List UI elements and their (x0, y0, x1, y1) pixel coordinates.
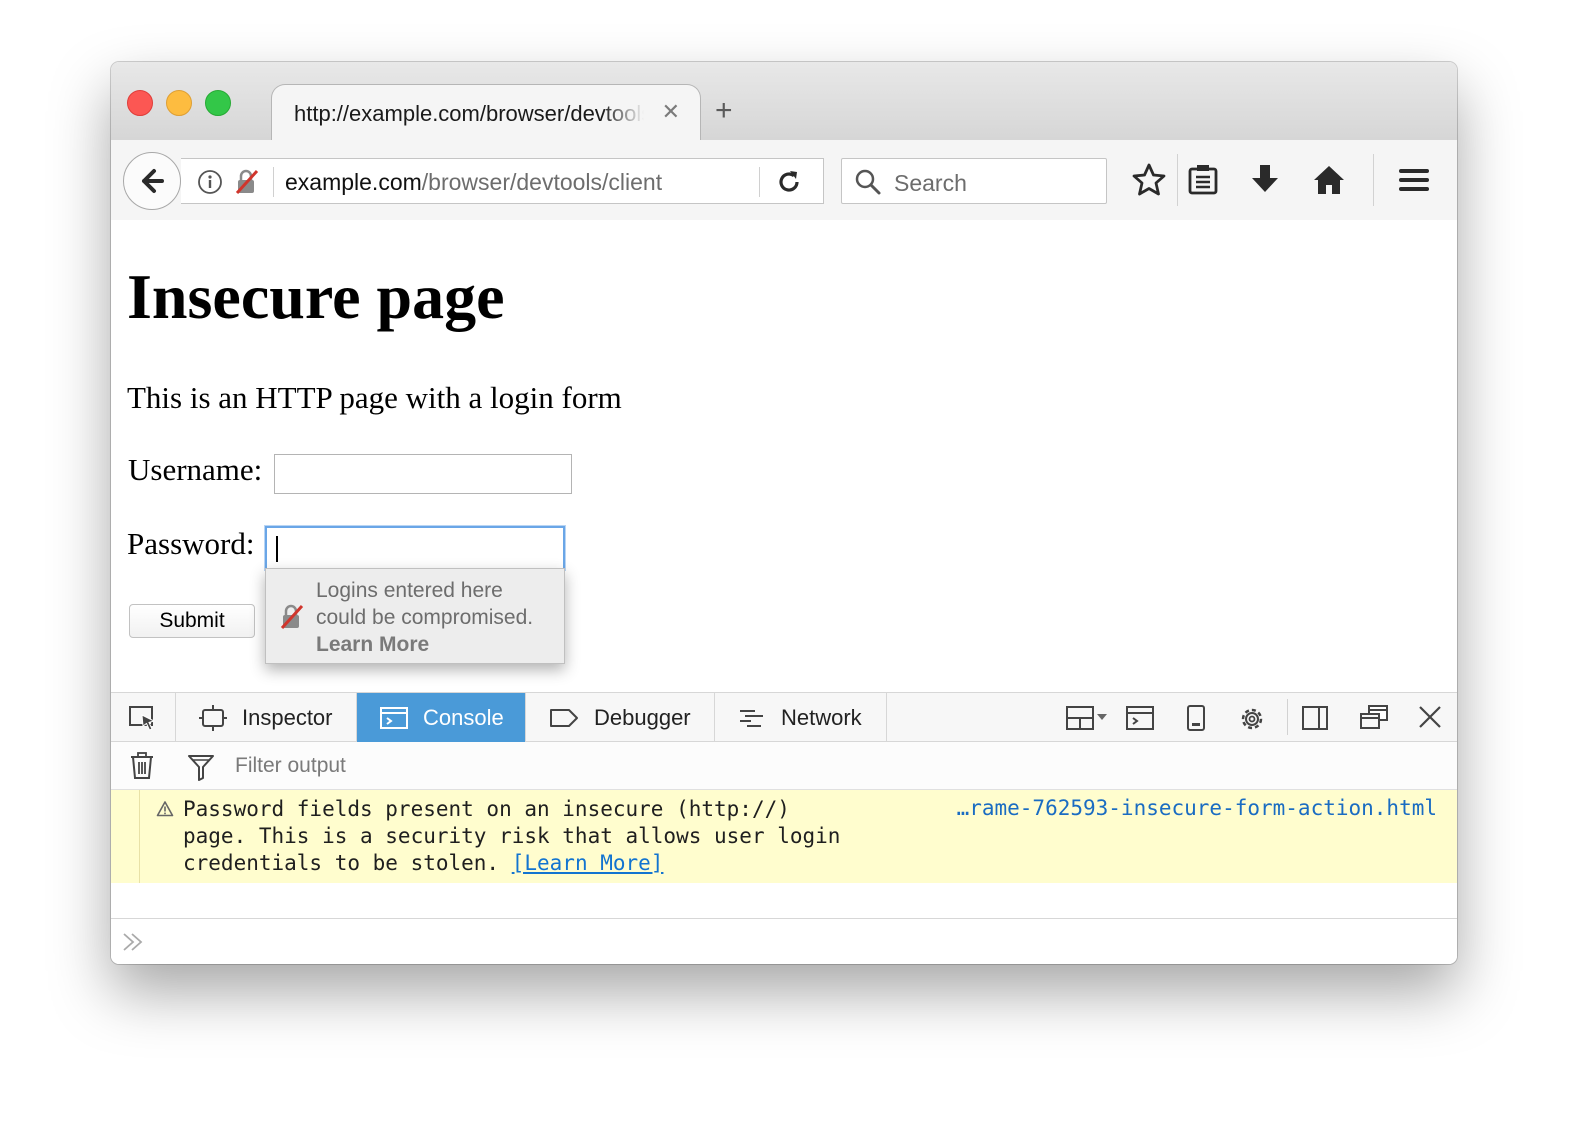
insecure-login-warning-popup: Logins entered here could be compromised… (265, 568, 565, 664)
search-bar[interactable]: Search (841, 158, 1107, 204)
downloads-icon[interactable] (1249, 162, 1281, 198)
hamburger-menu-icon[interactable] (1397, 162, 1431, 198)
message-gutter (139, 790, 140, 883)
toolbar-separator (1287, 699, 1288, 735)
toolbar-separator (1373, 154, 1374, 206)
devtools-toolbar: Inspector Console Debugger Network (111, 692, 1457, 742)
settings-gear-icon[interactable] (1237, 704, 1267, 734)
bookmark-star-icon[interactable] (1131, 162, 1167, 198)
tab-strip: http://example.com/browser/devtools/clie… (111, 62, 1457, 143)
info-icon[interactable] (197, 169, 223, 195)
reload-icon[interactable] (775, 168, 803, 196)
debugger-icon (550, 708, 578, 727)
url-text[interactable]: example.com/browser/devtools/client (285, 169, 662, 196)
tab-title: http://example.com/browser/devtools/clie… (294, 101, 644, 126)
tab-label: Debugger (594, 704, 691, 730)
filter-funnel-icon[interactable] (187, 753, 215, 781)
insecure-lock-icon[interactable] (233, 168, 261, 196)
network-icon (740, 709, 763, 727)
tab-network[interactable]: Network (715, 693, 887, 742)
tab-label: Inspector (242, 704, 333, 730)
username-input[interactable] (274, 454, 572, 494)
home-icon[interactable] (1311, 162, 1347, 198)
url-separator (759, 167, 760, 197)
url-host: example.com (285, 169, 422, 195)
search-icon (855, 169, 881, 195)
popup-line: could be compromised. (316, 606, 534, 629)
new-tab-button[interactable]: + (715, 96, 733, 126)
dock-side-icon[interactable] (1301, 704, 1329, 732)
trash-icon[interactable] (129, 752, 155, 780)
console-filter-bar: Filter output (111, 742, 1457, 790)
url-path: /browser/devtools/client (421, 169, 663, 195)
warning-text: Password fields present on an insecure (… (183, 796, 923, 877)
undock-window-icon[interactable] (1359, 704, 1389, 732)
console-input[interactable] (111, 918, 1457, 964)
popup-message: Logins entered here could be compromised… (316, 577, 533, 658)
tab-label: Console (423, 704, 504, 730)
search-placeholder: Search (894, 170, 967, 196)
warning-learn-more-link[interactable]: [Learn More] (512, 851, 664, 875)
zoom-window-button[interactable] (205, 90, 231, 116)
prompt-chevron-icon (123, 933, 143, 951)
tab-inspector[interactable]: Inspector (176, 693, 357, 742)
console-warning-message: Password fields present on an insecure (… (111, 790, 1457, 883)
responsive-design-icon[interactable] (1185, 704, 1207, 732)
back-button[interactable] (123, 152, 181, 210)
browser-tab[interactable]: http://example.com/browser/devtools/clie… (271, 84, 701, 143)
text-caret (276, 536, 278, 562)
password-input[interactable] (265, 526, 565, 570)
tab-label: Network (781, 704, 862, 730)
warning-triangle-icon (156, 801, 174, 817)
popup-line: Logins entered here (316, 579, 503, 602)
page-heading: Insecure page (127, 261, 505, 332)
close-devtools-icon[interactable] (1417, 704, 1443, 730)
browser-window: http://example.com/browser/devtools/clie… (111, 62, 1457, 964)
filter-output-input[interactable]: Filter output (235, 754, 346, 778)
submit-button[interactable]: Submit (129, 604, 255, 638)
back-arrow-icon (142, 169, 164, 193)
frame-selector-icon[interactable] (1065, 704, 1111, 732)
warning-source-link[interactable]: …rame-762593-insecure-form-action.html (957, 796, 1437, 820)
password-label: Password: (127, 526, 255, 561)
close-window-button[interactable] (127, 90, 153, 116)
split-console-icon[interactable] (1125, 704, 1155, 732)
tab-close-icon[interactable]: ✕ (662, 99, 680, 125)
learn-more-link[interactable]: Learn More (316, 631, 533, 658)
element-picker-icon (129, 705, 156, 731)
element-picker-button[interactable] (111, 693, 176, 742)
username-label: Username: (128, 452, 263, 487)
url-bar[interactable]: example.com/browser/devtools/client (181, 158, 824, 204)
bookmarks-menu-icon[interactable] (1187, 162, 1219, 198)
toolbar-separator (1177, 154, 1178, 206)
url-separator (273, 167, 274, 197)
tab-debugger[interactable]: Debugger (526, 693, 715, 742)
tab-console[interactable]: Console (357, 693, 526, 742)
page-description: This is an HTTP page with a login form (127, 380, 622, 415)
insecure-lock-icon (280, 604, 304, 630)
inspector-icon (199, 704, 227, 731)
page-content: Insecure page This is an HTTP page with … (111, 220, 1457, 692)
console-icon (380, 706, 408, 729)
navigation-toolbar: example.com/browser/devtools/client Sear… (111, 140, 1457, 221)
minimize-window-button[interactable] (166, 90, 192, 116)
